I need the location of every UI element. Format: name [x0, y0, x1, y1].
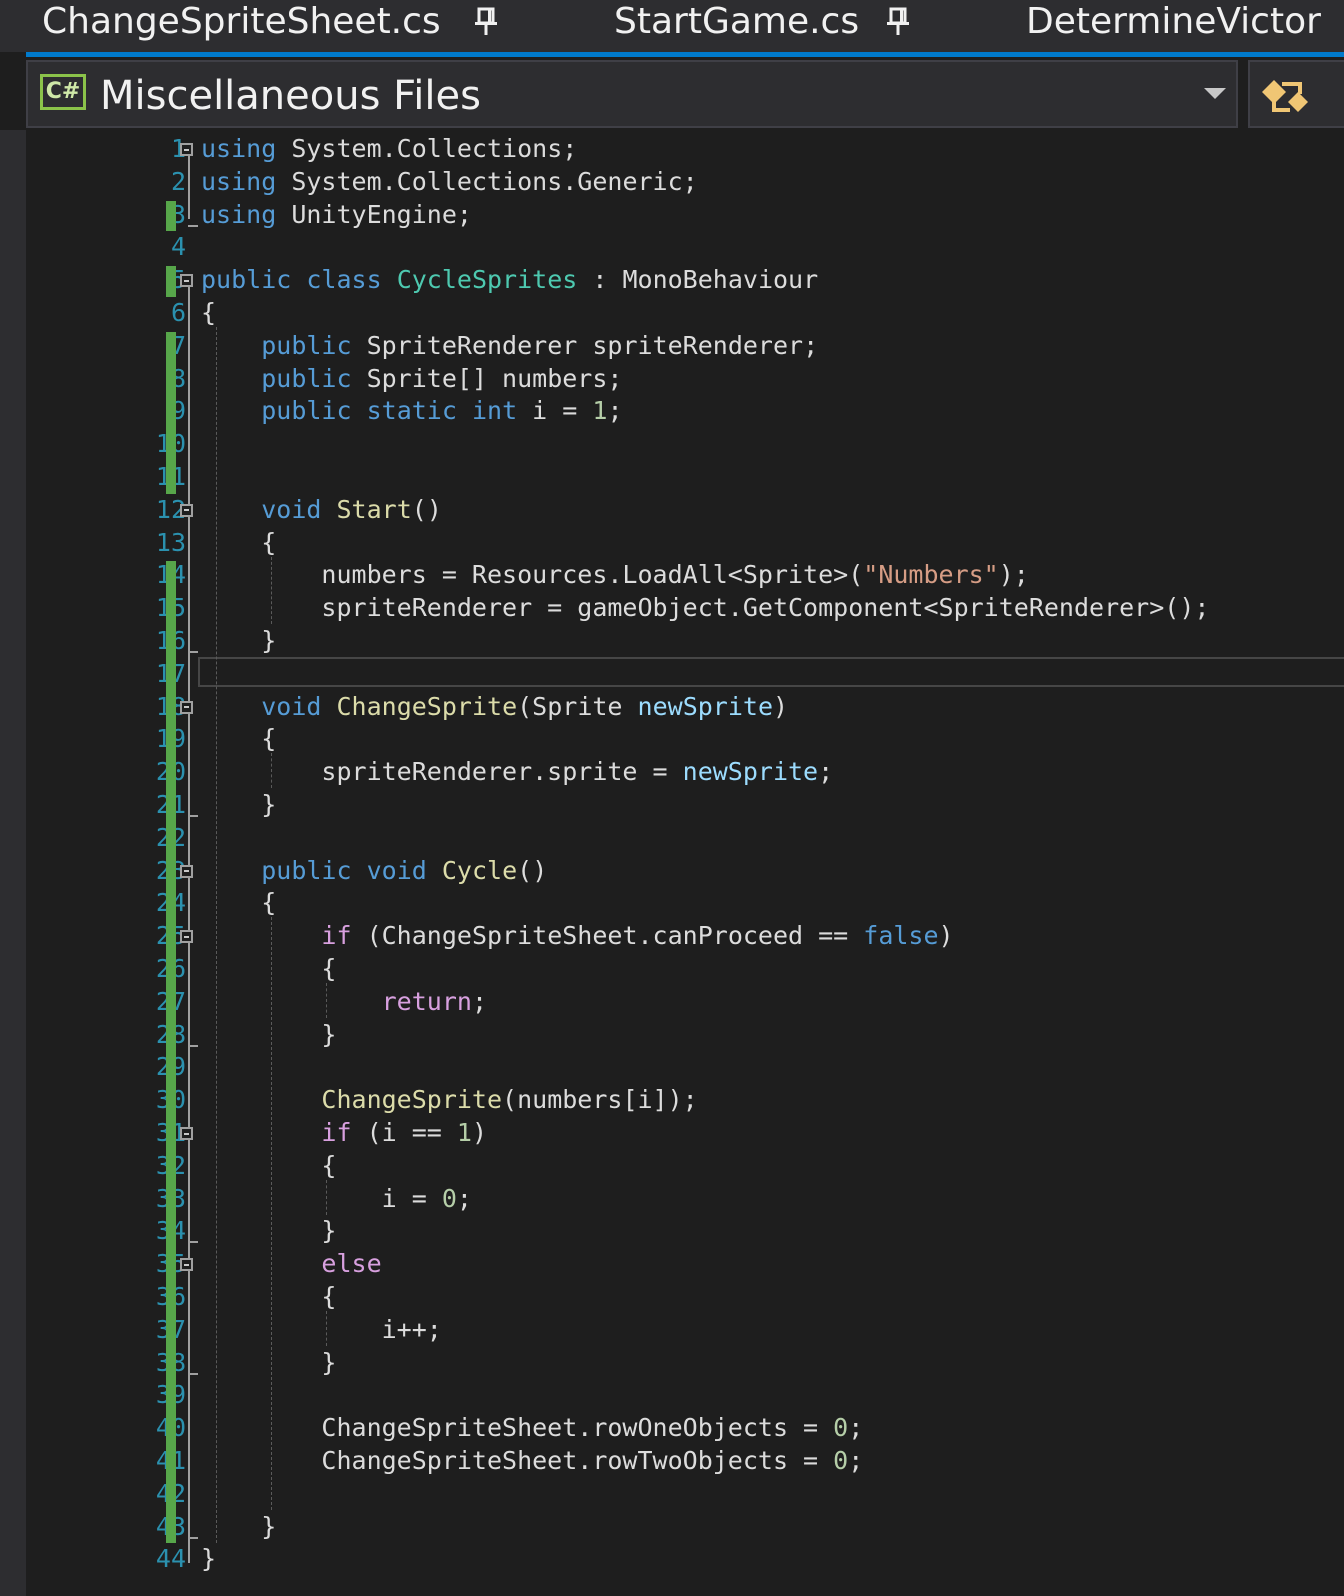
change-marker	[166, 266, 176, 297]
collapse-toggle-icon[interactable]	[180, 700, 193, 714]
outline-end-tick	[188, 1372, 198, 1375]
code-line[interactable]: {	[201, 1281, 336, 1313]
pin-icon[interactable]	[474, 0, 498, 46]
code-line[interactable]: {	[201, 297, 216, 329]
csharp-file-icon: C#	[40, 74, 86, 110]
current-line-highlight	[198, 656, 1344, 687]
indent-guide	[270, 556, 272, 625]
code-line[interactable]: ChangeSprite(numbers[i]);	[201, 1084, 697, 1116]
collapse-toggle-icon[interactable]	[180, 503, 193, 517]
split-navigate-button[interactable]	[1248, 60, 1344, 128]
tab-determine-victor[interactable]: DetermineVictor	[1026, 0, 1321, 46]
outline-end-tick	[188, 815, 198, 817]
outline-end-tick	[188, 1536, 198, 1539]
code-line[interactable]: using System.Collections.Generic;	[201, 166, 698, 198]
collapse-toggle-icon[interactable]	[180, 143, 193, 156]
code-line[interactable]: i++;	[201, 1314, 442, 1346]
line-number: 4	[170, 232, 186, 262]
pin-icon[interactable]	[886, 0, 910, 46]
code-editor[interactable]: 1234567891011121314151617181920212223242…	[0, 130, 1344, 1596]
line-number: 6	[170, 298, 186, 327]
code-line[interactable]: if (i == 1)	[201, 1117, 487, 1149]
code-line[interactable]: }	[201, 789, 276, 821]
project-name: Miscellaneous Files	[100, 73, 481, 119]
collapse-toggle-icon[interactable]	[180, 930, 193, 944]
code-line[interactable]: return;	[201, 986, 487, 1018]
code-line[interactable]: i = 0;	[201, 1183, 472, 1215]
collapse-toggle-icon[interactable]	[180, 864, 193, 878]
code-line[interactable]: public class CycleSprites : MonoBehaviou…	[201, 264, 818, 296]
indicator-margin	[26, 130, 56, 1596]
collapse-toggle-icon[interactable]	[180, 1127, 193, 1140]
code-line[interactable]: }	[201, 1511, 276, 1543]
code-line[interactable]: using System.Collections;	[201, 133, 577, 165]
line-number-gutter: 1234567891011121314151617181920212223242…	[58, 130, 186, 1596]
code-line[interactable]: }	[201, 625, 276, 657]
collapse-toggle-icon[interactable]	[180, 1258, 193, 1272]
code-line[interactable]: spriteRenderer.sprite = newSprite;	[201, 756, 833, 788]
outline-end-tick	[188, 224, 198, 227]
code-line[interactable]: public static int i = 1;	[201, 395, 622, 427]
tab-start-game[interactable]: StartGame.cs	[614, 0, 859, 46]
code-line[interactable]: }	[201, 1347, 336, 1379]
outline-line	[188, 278, 190, 1564]
code-line[interactable]: {	[201, 887, 276, 919]
project-navigation-dropdown[interactable]: C# Miscellaneous Files	[26, 60, 1238, 128]
active-tab-indicator	[26, 52, 1344, 57]
code-line[interactable]: ChangeSpriteSheet.rowTwoObjects = 0;	[201, 1445, 863, 1477]
code-line[interactable]: spriteRenderer = gameObject.GetComponent…	[201, 592, 1209, 624]
code-line[interactable]: void ChangeSprite(Sprite newSprite)	[201, 691, 788, 723]
outline-line	[188, 147, 190, 219]
code-line[interactable]: public Sprite[] numbers;	[201, 363, 622, 395]
line-number: 1	[170, 134, 186, 163]
code-line[interactable]: {	[201, 723, 276, 755]
split-navigate-icon	[1262, 80, 1308, 112]
code-line[interactable]: ChangeSpriteSheet.rowOneObjects = 0;	[201, 1412, 863, 1444]
collapse-toggle-icon[interactable]	[180, 274, 193, 288]
code-line[interactable]: else	[201, 1248, 381, 1280]
code-line[interactable]: {	[201, 953, 336, 985]
outline-end-tick	[188, 1241, 198, 1244]
indent-guide	[270, 753, 272, 789]
change-marker	[166, 561, 176, 1544]
code-line[interactable]: using UnityEngine;	[201, 199, 472, 231]
indent-guide	[325, 983, 327, 1018]
code-line[interactable]: }	[201, 1019, 336, 1051]
editor-side-strip	[0, 130, 26, 1596]
outline-end-tick	[188, 1044, 198, 1047]
chevron-down-icon[interactable]	[1204, 88, 1226, 99]
document-tab-strip: ChangeSpriteSheet.cs StartGame.cs Determ…	[0, 0, 1344, 52]
outline-end-tick	[188, 651, 198, 653]
indent-guide	[325, 1311, 327, 1346]
code-line[interactable]: {	[201, 1150, 336, 1182]
line-number: 44	[155, 1544, 186, 1574]
line-number: 13	[155, 527, 186, 557]
tab-change-sprite-sheet[interactable]: ChangeSpriteSheet.cs	[42, 0, 441, 46]
code-line[interactable]: }	[201, 1215, 336, 1247]
code-line[interactable]: {	[201, 527, 276, 559]
indent-guide	[215, 327, 217, 1543]
code-line[interactable]: void Start()	[201, 494, 442, 526]
change-marker	[166, 331, 176, 494]
change-marker	[166, 200, 176, 232]
code-line[interactable]: }	[201, 1543, 216, 1575]
line-number: 2	[170, 166, 186, 196]
code-line[interactable]: public SpriteRenderer spriteRenderer;	[201, 330, 818, 362]
code-line[interactable]: numbers = Resources.LoadAll<Sprite>("Num…	[201, 559, 1028, 591]
indent-guide	[270, 917, 272, 1510]
code-line[interactable]: if (ChangeSpriteSheet.canProceed == fals…	[201, 920, 953, 952]
line-number: 12	[155, 494, 186, 524]
code-line[interactable]: public void Cycle()	[201, 855, 547, 887]
indent-guide	[325, 1179, 327, 1215]
